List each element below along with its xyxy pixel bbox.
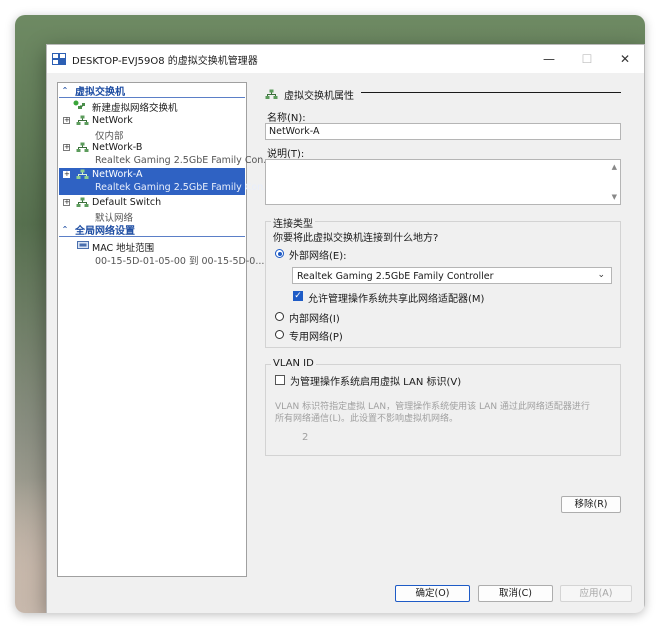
- window-title: DESKTOP-EVJ59O8 的虚拟交换机管理器: [72, 55, 258, 67]
- title-bar[interactable]: DESKTOP-EVJ59O8 的虚拟交换机管理器 — ☐ ✕: [47, 45, 644, 73]
- scroll-up-icon[interactable]: ▲: [612, 163, 617, 171]
- tree-item-detail: Realtek Gaming 2.5GbE Family Con...: [95, 155, 273, 166]
- tree-item-mac-range[interactable]: MAC 地址范围 00-15-5D-01-05-00 到 00-15-5D-0.…: [59, 239, 264, 267]
- apply-button[interactable]: 应用(A): [560, 585, 632, 602]
- network-switch-icon: [76, 169, 89, 179]
- tree-item-network-a[interactable]: + NetWork-A Realtek Gaming 2.5GbE Family…: [59, 168, 272, 195]
- vlan-id-value[interactable]: 2: [302, 432, 308, 443]
- scroll-down-icon[interactable]: ▼: [612, 193, 617, 201]
- ok-button[interactable]: 确定(O): [395, 585, 470, 602]
- switch-tree[interactable]: ⌃ 虚拟交换机 新建虚拟网络交换机 + NetWork 仅内部 + NetWor…: [57, 82, 272, 577]
- remove-button[interactable]: 移除(R): [561, 496, 621, 513]
- tree-item-name: MAC 地址范围: [92, 243, 155, 254]
- mac-address-icon: [77, 241, 89, 249]
- connection-question: 你要将此虚拟交换机连接到什么地方?: [273, 233, 439, 244]
- section-label: 全局网络设置: [75, 226, 135, 237]
- minimize-button[interactable]: —: [530, 45, 568, 73]
- external-network-label: 外部网络(E):: [289, 251, 347, 262]
- network-switch-icon: [76, 197, 89, 207]
- connection-type-group: 连接类型 你要将此虚拟交换机连接到什么地方? 外部网络(E): Realtek …: [265, 215, 621, 348]
- name-input[interactable]: NetWork-A: [265, 123, 621, 140]
- new-virtual-switch[interactable]: 新建虚拟网络交换机: [59, 99, 245, 114]
- new-switch-icon: [73, 100, 85, 109]
- switch-properties-panel: 虚拟交换机属性 名称(N): NetWork-A 说明(T): ▲ ▼ 连接类型…: [253, 82, 639, 577]
- tree-item-name: NetWork: [92, 115, 133, 126]
- connection-type-title: 连接类型: [271, 215, 315, 230]
- tree-item-detail: Realtek Gaming 2.5GbE Family Con...: [95, 182, 273, 193]
- maximize-button[interactable]: ☐: [568, 45, 606, 73]
- properties-header: 虚拟交换机属性: [265, 87, 354, 102]
- desktop-background: DESKTOP-EVJ59O8 的虚拟交换机管理器 — ☐ ✕ ⌃ 虚拟交换机 …: [15, 15, 645, 613]
- selected-adapter: Realtek Gaming 2.5GbE Family Controller: [297, 271, 494, 282]
- new-switch-label: 新建虚拟网络交换机: [92, 103, 178, 114]
- close-button[interactable]: ✕: [606, 45, 644, 73]
- description-input[interactable]: ▲ ▼: [265, 159, 621, 205]
- tree-item-detail: 00-15-5D-01-05-00 到 00-15-5D-0...: [95, 256, 265, 267]
- chevron-down-icon: ⌄: [597, 270, 605, 280]
- allow-management-share-checkbox[interactable]: ✓: [293, 291, 303, 301]
- tree-item-default-switch[interactable]: + Default Switch 默认网络: [59, 196, 245, 224]
- section-virtual-switches[interactable]: ⌃ 虚拟交换机: [59, 84, 245, 98]
- collapse-chevron-icon[interactable]: ⌃: [59, 86, 71, 95]
- network-switch-icon: [76, 115, 89, 125]
- enable-vlan-label: 为管理操作系统启用虚拟 LAN 标识(V): [290, 377, 462, 388]
- switch-manager-app-icon: [52, 53, 66, 65]
- expand-icon[interactable]: +: [63, 171, 70, 178]
- internal-network-radio[interactable]: [275, 312, 284, 321]
- tree-item-network-b[interactable]: + NetWork-B Realtek Gaming 2.5GbE Family…: [59, 141, 272, 168]
- vlan-description-line2: 所有网络通信(L)。此设置不影响虚拟机网络。: [275, 414, 459, 424]
- tree-item-network[interactable]: + NetWork 仅内部: [59, 114, 245, 142]
- tree-item-name: NetWork-A: [92, 169, 143, 180]
- network-switch-icon: [76, 142, 89, 152]
- network-adapter-select[interactable]: Realtek Gaming 2.5GbE Family Controller …: [292, 267, 612, 284]
- private-network-label: 专用网络(P): [289, 332, 343, 343]
- cancel-button[interactable]: 取消(C): [478, 585, 553, 602]
- description-label: 说明(T):: [267, 149, 305, 160]
- expand-icon[interactable]: +: [63, 117, 70, 124]
- enable-vlan-checkbox[interactable]: [275, 375, 285, 385]
- expand-icon[interactable]: +: [63, 144, 70, 151]
- private-network-radio[interactable]: [275, 330, 284, 339]
- name-label: 名称(N):: [267, 113, 306, 124]
- properties-title: 虚拟交换机属性: [284, 91, 354, 102]
- vlan-id-group: VLAN ID 为管理操作系统启用虚拟 LAN 标识(V) VLAN 标识符指定…: [265, 358, 621, 456]
- internal-network-label: 内部网络(I): [289, 314, 340, 325]
- header-divider: [361, 92, 621, 93]
- tree-item-detail: 仅内部: [95, 131, 124, 142]
- network-switch-icon: [265, 89, 278, 99]
- virtual-switch-manager-window: DESKTOP-EVJ59O8 的虚拟交换机管理器 — ☐ ✕ ⌃ 虚拟交换机 …: [46, 44, 645, 613]
- section-label: 虚拟交换机: [75, 87, 125, 98]
- section-global-network-settings[interactable]: ⌃ 全局网络设置: [59, 223, 245, 237]
- tree-item-name: NetWork-B: [92, 142, 143, 153]
- collapse-chevron-icon[interactable]: ⌃: [59, 225, 71, 234]
- allow-management-share-label: 允许管理操作系统共享此网络适配器(M): [308, 294, 485, 305]
- vlan-id-title: VLAN ID: [271, 358, 316, 369]
- tree-item-name: Default Switch: [92, 197, 162, 208]
- expand-icon[interactable]: +: [63, 199, 70, 206]
- external-network-radio[interactable]: [275, 249, 284, 258]
